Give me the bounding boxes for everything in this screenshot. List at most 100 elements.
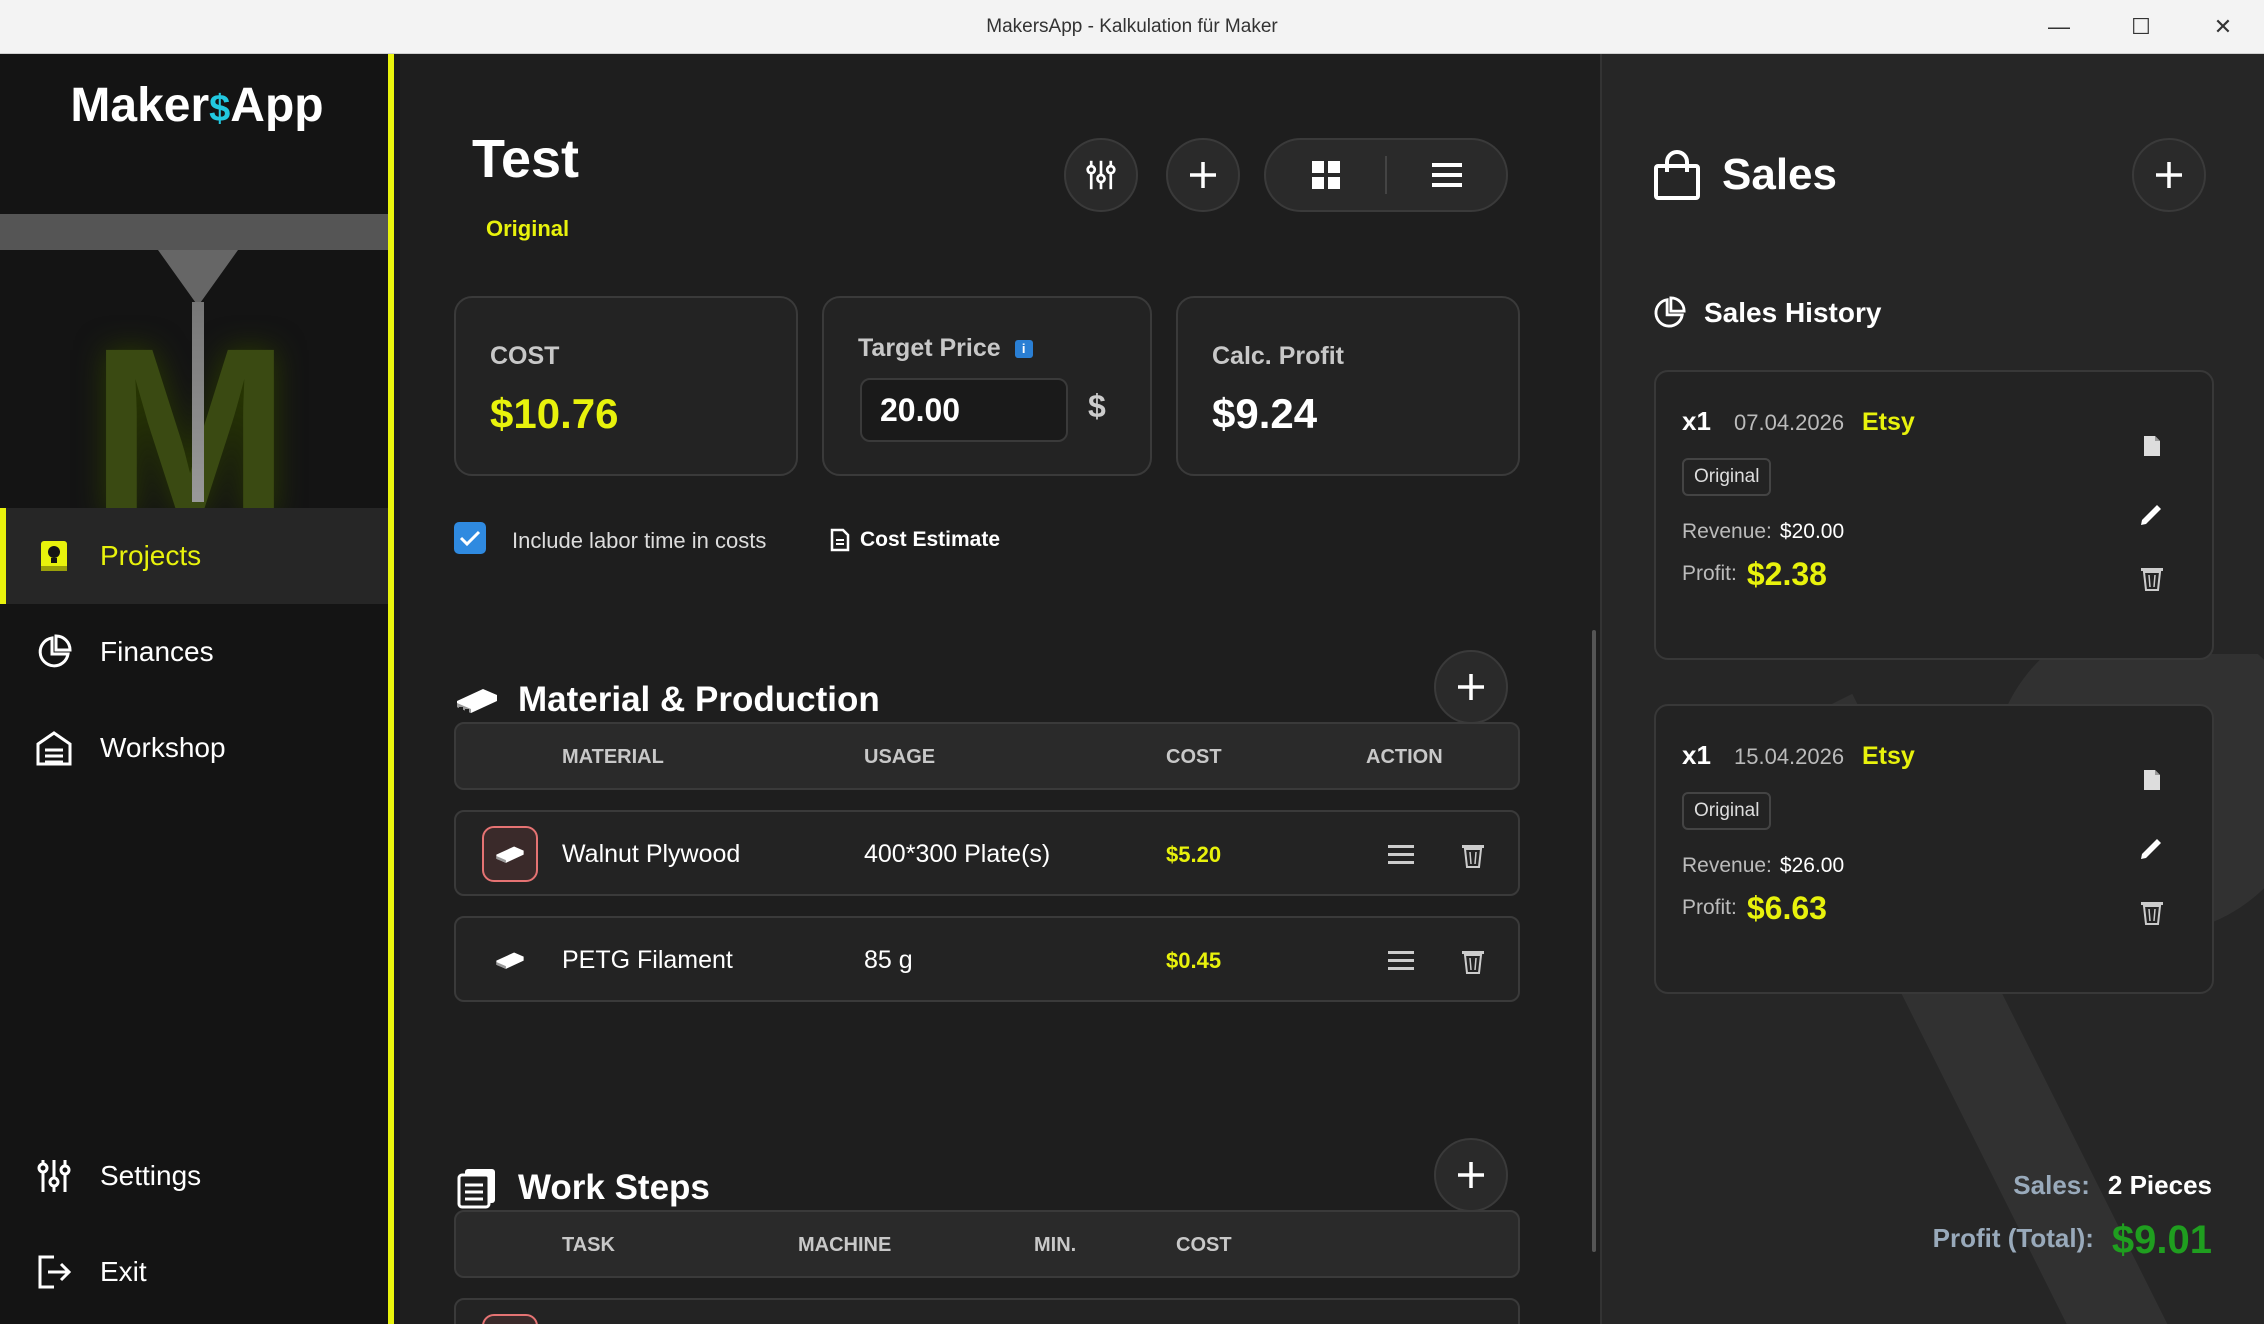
- nav-settings[interactable]: Settings: [0, 1128, 388, 1224]
- materials-table-header: MATERIAL USAGE COST ACTION: [454, 722, 1520, 790]
- pie-chart-icon: [34, 632, 74, 672]
- sale-profit: Profit: $6.63: [1682, 890, 1827, 927]
- sales-count-label: Sales:: [2013, 1170, 2090, 1200]
- cost-card: COST $10.76: [454, 296, 798, 476]
- sale-revenue: Revenue: $26.00: [1682, 854, 1844, 878]
- app-logo: Maker$App: [0, 78, 394, 133]
- materials-section-title: Material & Production: [454, 680, 880, 720]
- view-toggle: [1264, 138, 1508, 212]
- labor-label[interactable]: Include labor time in costs: [512, 528, 766, 554]
- sale-card[interactable]: x1 07.04.2026 Etsy Original Revenue: $20.…: [1654, 370, 2214, 660]
- app-window: MakersApp - Kalkulation für Maker — ☐ ✕ …: [0, 0, 2264, 1324]
- logo-text-right: App: [230, 79, 324, 132]
- shopping-bag-icon: [1654, 150, 1700, 200]
- col-usage: USAGE: [864, 746, 936, 768]
- grid-view-button[interactable]: [1266, 140, 1385, 210]
- trash-icon[interactable]: [1456, 838, 1490, 872]
- target-price-label-text: Target Price: [858, 334, 1001, 362]
- worksteps-title: Work Steps: [518, 1168, 710, 1207]
- table-row[interactable]: PETG Filament 85 g $0.45: [454, 916, 1520, 1002]
- sale-platform: Etsy: [1862, 408, 1915, 436]
- total-profit-value: $9.01: [2111, 1218, 2212, 1262]
- info-icon[interactable]: i: [1014, 340, 1033, 359]
- sale-variant-badge: Original: [1682, 458, 1772, 496]
- nav-exit-label: Exit: [100, 1256, 147, 1287]
- target-price-label: Target Price i: [858, 334, 1033, 363]
- col-min: MIN.: [1034, 1234, 1077, 1256]
- sidebar: Maker$App M Projects Finances Workshop S…: [0, 54, 394, 1324]
- garage-icon: [34, 728, 74, 768]
- exit-icon: [34, 1252, 74, 1292]
- maximize-button[interactable]: ☐: [2100, 0, 2182, 54]
- main-scrollbar[interactable]: [1592, 630, 1596, 1252]
- sale-profit: Profit: $2.38: [1682, 556, 1827, 593]
- material-name: PETG Filament: [562, 946, 733, 974]
- pie-chart-icon: [1654, 296, 1686, 328]
- nav-finances-label: Finances: [100, 636, 214, 667]
- list-icon: [1431, 163, 1462, 187]
- total-profit-summary: Profit (Total): $9.01: [1933, 1218, 2212, 1263]
- filter-settings-button[interactable]: [1064, 138, 1138, 212]
- title-bar: MakersApp - Kalkulation für Maker — ☐ ✕: [0, 0, 2264, 54]
- revenue-label: Revenue:: [1682, 854, 1772, 877]
- labor-checkbox[interactable]: [454, 522, 486, 554]
- sale-date: 15.04.2026: [1734, 744, 1845, 769]
- target-price-input[interactable]: 20.00: [860, 378, 1068, 442]
- sale-revenue: Revenue: $20.00: [1682, 520, 1844, 544]
- checkmark-icon: [459, 530, 481, 547]
- add-sale-button[interactable]: [2132, 138, 2206, 212]
- document-icon: [830, 528, 850, 552]
- col-machine: MACHINE: [798, 1234, 892, 1256]
- profit-value: $2.38: [1746, 556, 1827, 592]
- minimize-button[interactable]: —: [2018, 0, 2100, 54]
- sales-count-summary: Sales: 2 Pieces: [2013, 1170, 2212, 1201]
- drag-handle-icon[interactable]: [1384, 838, 1418, 872]
- material-name: Walnut Plywood: [562, 840, 741, 868]
- logo-text-left: Maker: [70, 79, 210, 132]
- sales-history-header: Sales History: [1652, 296, 1881, 330]
- add-workstep-button[interactable]: [1434, 1138, 1508, 1212]
- trash-icon[interactable]: [2136, 562, 2168, 594]
- sale-qty: x1: [1682, 406, 1711, 436]
- trash-icon[interactable]: [2136, 896, 2168, 928]
- table-row[interactable]: Walnut Plywood 400*300 Plate(s) $5.20: [454, 810, 1520, 896]
- edit-pencil-icon[interactable]: [2136, 832, 2168, 864]
- trash-icon[interactable]: [1456, 944, 1490, 978]
- nav-projects[interactable]: Projects: [0, 508, 388, 604]
- drag-handle-icon[interactable]: [1384, 944, 1418, 978]
- nav-finances[interactable]: Finances: [0, 604, 388, 700]
- material-stack-icon: [454, 680, 500, 720]
- nav-exit[interactable]: Exit: [0, 1224, 388, 1320]
- add-material-button[interactable]: [1434, 650, 1508, 724]
- profit-value: $6.63: [1746, 890, 1827, 926]
- profit-value: $9.24: [1212, 390, 1318, 437]
- col-cost: COST: [1176, 1234, 1232, 1256]
- profit-label: Calc. Profit: [1212, 342, 1344, 370]
- close-button[interactable]: ✕: [2182, 0, 2264, 54]
- materials-title: Material & Production: [518, 680, 880, 719]
- sale-qty: x1: [1682, 740, 1711, 770]
- edit-pencil-icon[interactable]: [2136, 498, 2168, 530]
- project-variant[interactable]: Original: [486, 216, 569, 242]
- hero-graphic: M: [0, 162, 388, 508]
- document-icon[interactable]: [2136, 764, 2168, 796]
- col-cost: COST: [1166, 746, 1222, 768]
- revenue-label: Revenue:: [1682, 520, 1772, 543]
- sales-panel: Sales Sales History x1 07.04.2026 Etsy O…: [1600, 54, 2264, 1324]
- document-icon[interactable]: [2136, 430, 2168, 462]
- currency-symbol: $: [1088, 388, 1106, 424]
- sale-card[interactable]: x1 15.04.2026 Etsy Original Revenue: $26.…: [1654, 704, 2214, 994]
- material-usage: 85 g: [864, 946, 913, 974]
- logo-dollar: $: [209, 88, 231, 130]
- add-variant-button[interactable]: [1166, 138, 1240, 212]
- list-view-button[interactable]: [1387, 140, 1506, 210]
- sliders-icon: [34, 1156, 74, 1196]
- profit-label: Profit:: [1682, 562, 1737, 586]
- table-row[interactable]: [454, 1298, 1520, 1324]
- sales-count-value: 2 Pieces: [2107, 1170, 2212, 1200]
- project-detail: Test Original COST $10.76 Target Price i …: [400, 54, 1600, 1324]
- sale-platform: Etsy: [1862, 742, 1915, 770]
- nav-workshop[interactable]: Workshop: [0, 700, 388, 796]
- cost-estimate-link[interactable]: Cost Estimate: [830, 528, 1000, 552]
- worksteps-table-header: TASK MACHINE MIN. COST: [454, 1210, 1520, 1278]
